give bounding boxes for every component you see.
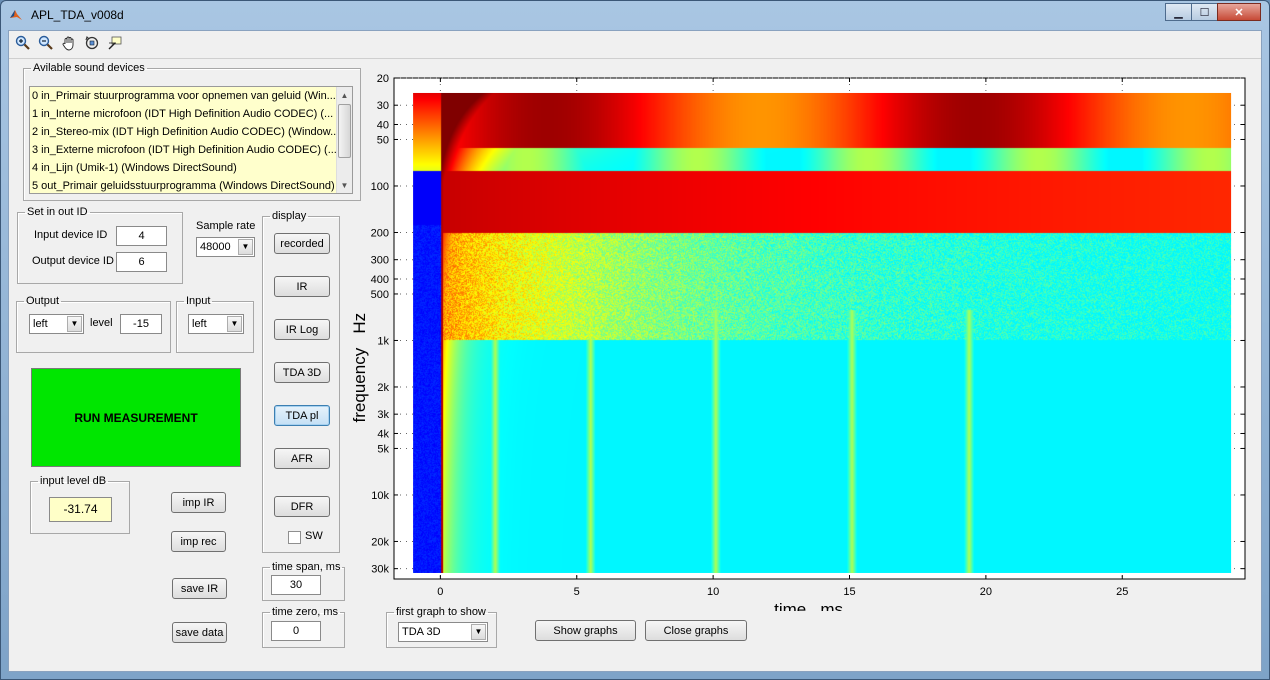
input-legend: Input	[186, 295, 211, 307]
input-channel-value: left	[192, 318, 207, 330]
y-tick-label: 400	[371, 274, 389, 286]
io-id-legend: Set in out ID	[27, 206, 88, 218]
sound-devices-legend: Avilable sound devices	[33, 62, 145, 74]
y-tick-label: 20	[377, 73, 389, 85]
ir-button[interactable]: IR	[274, 276, 330, 297]
title-bar: APL_TDA_v008d ▁ ☐ ✕	[1, 1, 1269, 29]
close-button[interactable]: ✕	[1217, 3, 1261, 21]
input-level-legend: input level dB	[40, 475, 107, 487]
y-tick-label: 5k	[377, 443, 389, 455]
first-graph-select[interactable]: TDA 3D ▼	[398, 622, 488, 642]
zoom-in-icon[interactable]	[13, 33, 33, 53]
y-tick-label: 40	[377, 120, 389, 132]
chevron-down-icon[interactable]: ▼	[238, 239, 253, 255]
device-list-item[interactable]: 5 out_Primair geluidsstuurprogramma (Win…	[30, 177, 336, 193]
output-channel-select[interactable]: left ▼	[29, 314, 84, 334]
x-tick-label: 5	[574, 586, 580, 598]
zoom-out-icon[interactable]	[36, 33, 56, 53]
input-level-value: -31.74	[49, 497, 112, 522]
x-tick-label: 15	[843, 586, 855, 598]
close-graphs-button[interactable]: Close graphs	[645, 620, 747, 641]
rotate-3d-icon[interactable]	[82, 33, 102, 53]
y-tick-label: 100	[371, 181, 389, 193]
sw-label: SW	[305, 530, 323, 542]
output-channel-value: left	[33, 318, 48, 330]
data-cursor-icon[interactable]	[105, 33, 125, 53]
save-data-button[interactable]: save data	[172, 622, 227, 643]
device-list-item[interactable]: 4 in_Lijn (Umik-1) (Windows DirectSound)	[30, 159, 336, 177]
first-graph-value: TDA 3D	[402, 626, 441, 638]
output-level-field[interactable]: -15	[120, 314, 162, 334]
sample-rate-value: 48000	[200, 241, 231, 253]
figure-client-area: Avilable sound devices 0 in_Primair stuu…	[8, 30, 1262, 672]
y-tick-label: 3k	[377, 409, 389, 421]
matlab-icon	[10, 10, 22, 20]
imp-ir-button[interactable]: imp IR	[171, 492, 226, 513]
window-title: APL_TDA_v008d	[31, 8, 124, 22]
sound-devices-listbox[interactable]: 0 in_Primair stuurprogramma voor opnemen…	[29, 86, 353, 194]
sw-checkbox[interactable]	[288, 531, 301, 544]
y-axis-label: frequency Hz	[350, 313, 369, 423]
input-channel-select[interactable]: left ▼	[188, 314, 244, 334]
y-tick-label: 2k	[377, 382, 389, 394]
sample-rate-label: Sample rate	[196, 220, 256, 232]
chevron-down-icon[interactable]: ▼	[227, 316, 242, 332]
time-zero-legend: time zero, ms	[272, 606, 339, 618]
y-tick-label: 20k	[371, 536, 389, 548]
y-tick-label: 4k	[377, 428, 389, 440]
device-list-item[interactable]: 3 in_Externe microfoon (IDT High Definit…	[30, 141, 336, 159]
time-span-legend: time span, ms	[272, 561, 341, 573]
sample-rate-select[interactable]: 48000 ▼	[196, 237, 255, 257]
display-legend: display	[272, 210, 307, 222]
toolbar-separator	[9, 58, 1261, 59]
chevron-down-icon[interactable]: ▼	[471, 624, 486, 640]
y-tick-label: 1k	[377, 335, 389, 347]
dfr-button[interactable]: DFR	[274, 496, 330, 517]
output-legend: Output	[26, 295, 60, 307]
maximize-button[interactable]: ☐	[1191, 3, 1218, 21]
ir-log-button[interactable]: IR Log	[274, 319, 330, 340]
tda-pl-button[interactable]: TDA pl	[274, 405, 330, 426]
input-device-id-field[interactable]: 4	[116, 226, 167, 246]
y-tick-label: 10k	[371, 490, 389, 502]
imp-rec-button[interactable]: imp rec	[171, 531, 226, 552]
x-tick-label: 10	[707, 586, 719, 598]
chevron-down-icon[interactable]: ▼	[67, 316, 82, 332]
minimize-button[interactable]: ▁	[1165, 3, 1192, 21]
recorded-button[interactable]: recorded	[274, 233, 330, 254]
device-list-item[interactable]: 1 in_Interne microfoon (IDT High Definit…	[30, 105, 336, 123]
output-device-id-field[interactable]: 6	[116, 252, 167, 272]
y-tick-label: 50	[377, 134, 389, 146]
pan-hand-icon[interactable]	[59, 33, 79, 53]
y-tick-label: 200	[371, 227, 389, 239]
x-tick-label: 0	[437, 586, 443, 598]
y-tick-label: 500	[371, 289, 389, 301]
x-tick-label: 20	[980, 586, 992, 598]
time-zero-field[interactable]: 0	[271, 621, 321, 641]
y-tick-label: 30k	[371, 564, 389, 576]
tda-plot[interactable]: 20 30 40 50 100 200 300 400 500 1k 2k 3k 4k 5k 10k 20k 3…	[335, 71, 1247, 619]
output-device-id-label: Output device ID	[32, 255, 114, 267]
y-tick-label: 300	[371, 255, 389, 267]
x-tick-label: 25	[1116, 586, 1128, 598]
tda-heatmap	[413, 92, 1232, 573]
sound-devices-panel: Avilable sound devices 0 in_Primair stuu…	[23, 62, 361, 201]
app-window: APL_TDA_v008d ▁ ☐ ✕ Avilable sound devic…	[0, 0, 1270, 680]
run-measurement-button[interactable]: RUN MEASUREMENT	[31, 368, 241, 467]
input-device-id-label: Input device ID	[34, 229, 108, 241]
x-axis-label: time ms	[774, 600, 843, 611]
afr-button[interactable]: AFR	[274, 448, 330, 469]
tda-3d-button[interactable]: TDA 3D	[274, 362, 330, 383]
y-tick-label: 30	[377, 100, 389, 112]
device-list-item[interactable]: 2 in_Stereo-mix (IDT High Definition Aud…	[30, 123, 336, 141]
tda-plot-svg[interactable]: 203040501002003004005001k2k3k4k5k10k20k3…	[335, 71, 1247, 619]
output-level-label: level	[90, 317, 113, 329]
figure-toolbar	[13, 33, 125, 57]
show-graphs-button[interactable]: Show graphs	[535, 620, 636, 641]
save-ir-button[interactable]: save IR	[172, 578, 227, 599]
time-span-field[interactable]: 30	[271, 575, 321, 595]
device-list-item[interactable]: 0 in_Primair stuurprogramma voor opnemen…	[30, 87, 336, 105]
